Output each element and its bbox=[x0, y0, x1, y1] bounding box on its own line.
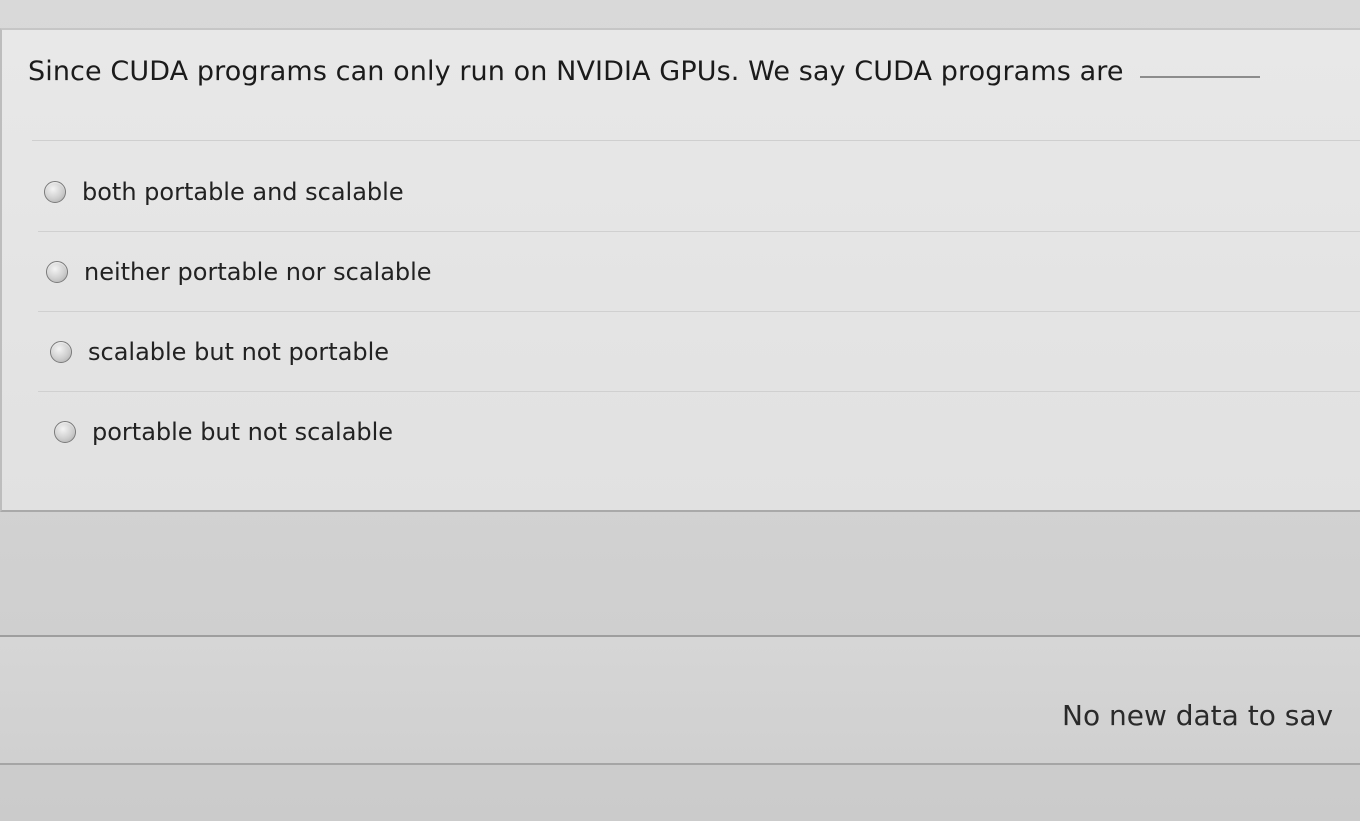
question-text: Since CUDA programs can only run on NVID… bbox=[28, 56, 1124, 87]
radio-button[interactable] bbox=[54, 421, 76, 443]
answer-option-1[interactable]: both portable and scalable bbox=[38, 152, 1360, 232]
question-divider bbox=[32, 140, 1360, 141]
radio-button[interactable] bbox=[46, 260, 68, 283]
save-status-text: No new data to sav bbox=[1062, 699, 1334, 732]
answer-label: scalable but not portable bbox=[88, 337, 390, 366]
answer-option-2[interactable]: neither portable nor scalable bbox=[38, 232, 1360, 312]
answer-label: portable but not scalable bbox=[92, 418, 394, 446]
answer-option-3[interactable]: scalable but not portable bbox=[38, 312, 1360, 392]
answer-option-4[interactable]: portable but not scalable bbox=[38, 392, 1360, 472]
radio-button[interactable] bbox=[44, 180, 66, 203]
save-status-bar: No new data to sav bbox=[0, 635, 1360, 765]
answer-blank bbox=[1139, 76, 1260, 78]
answer-label: neither portable nor scalable bbox=[84, 257, 432, 286]
question-prompt: Since CUDA programs can only run on NVID… bbox=[28, 56, 1260, 87]
question-card: Since CUDA programs can only run on NVID… bbox=[0, 28, 1360, 512]
radio-button[interactable] bbox=[50, 340, 72, 363]
answer-label: both portable and scalable bbox=[82, 177, 404, 206]
answer-list: both portable and scalable neither porta… bbox=[38, 152, 1360, 472]
